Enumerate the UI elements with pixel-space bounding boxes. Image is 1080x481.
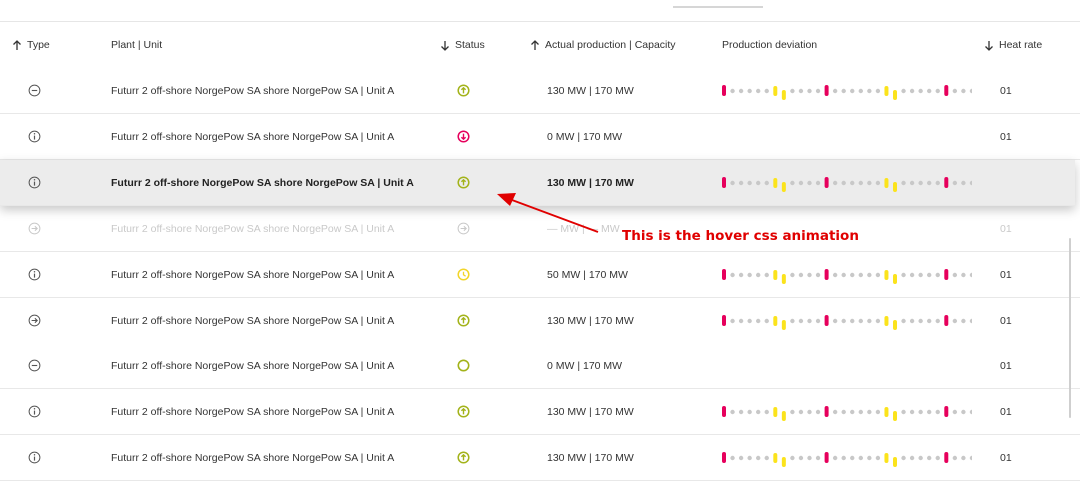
production-cell: — MW | — MW	[547, 222, 620, 235]
heat-rate-cell: 01	[1000, 84, 1012, 97]
heat-rate-cell: 01	[1000, 268, 1012, 281]
table-row[interactable]: Futurr 2 off-shore NorgePow SA shore Nor…	[0, 389, 1080, 435]
plant-unit-cell: Futurr 2 off-shore NorgePow SA shore Nor…	[111, 359, 395, 372]
column-header-deviation-label: Production deviation	[722, 39, 818, 51]
arrow-down-icon	[440, 40, 450, 51]
table-row-hovered[interactable]: Futurr 2 off-shore NorgePow SA shore Nor…	[0, 160, 1075, 206]
arrow-up-circle-icon	[457, 389, 470, 434]
column-header-status[interactable]: Status	[440, 22, 485, 68]
info-circle-icon	[28, 389, 41, 434]
table-row[interactable]: Futurr 2 off-shore NorgePow SA shore Nor…	[0, 252, 1080, 298]
production-cell: 50 MW | 170 MW	[547, 268, 628, 281]
deviation-chart	[722, 68, 972, 113]
info-circle-icon	[28, 252, 41, 297]
heat-rate-cell: 01	[1000, 359, 1012, 372]
arrow-right-circle-icon	[28, 206, 41, 251]
table-header: Type Plant | Unit Status Actual producti…	[0, 22, 1080, 69]
arrow-up-circle-icon	[457, 435, 470, 480]
plant-unit-cell: Futurr 2 off-shore NorgePow SA shore Nor…	[111, 268, 395, 281]
minus-circle-icon	[28, 343, 41, 388]
production-cell: 130 MW | 170 MW	[547, 84, 634, 97]
annotation-text: This is the hover css animation	[622, 228, 859, 244]
plant-unit-cell: Futurr 2 off-shore NorgePow SA shore Nor…	[111, 176, 414, 189]
arrow-up-circle-icon	[457, 298, 470, 343]
table-row[interactable]: Futurr 2 off-shore NorgePow SA shore Nor…	[0, 114, 1080, 160]
production-cell: 130 MW | 170 MW	[547, 176, 634, 189]
clock-circle-icon	[457, 252, 470, 297]
production-cell: 130 MW | 170 MW	[547, 314, 634, 327]
production-cell: 130 MW | 170 MW	[547, 451, 634, 464]
column-header-heat-rate-label: Heat rate	[999, 39, 1043, 51]
plant-unit-cell: Futurr 2 off-shore NorgePow SA shore Nor…	[111, 130, 395, 143]
production-cell: 130 MW | 170 MW	[547, 405, 634, 418]
deviation-chart	[722, 160, 972, 205]
heat-rate-cell: 01	[1000, 451, 1012, 464]
column-header-type-label: Type	[27, 39, 50, 51]
column-header-heat-rate[interactable]: Heat rate	[984, 22, 1042, 68]
arrow-up-icon	[530, 39, 540, 51]
production-cell: 0 MW | 170 MW	[547, 130, 623, 143]
empty-circle-icon	[457, 343, 470, 388]
column-header-status-label: Status	[455, 39, 485, 51]
plant-unit-cell: Futurr 2 off-shore NorgePow SA shore Nor…	[111, 451, 395, 464]
table-row[interactable]: Futurr 2 off-shore NorgePow SA shore Nor…	[0, 435, 1080, 481]
deviation-chart	[722, 389, 972, 434]
scrollbar[interactable]	[1069, 238, 1071, 418]
deviation-chart	[722, 435, 972, 480]
plant-unit-cell: Futurr 2 off-shore NorgePow SA shore Nor…	[111, 314, 395, 327]
arrow-down-icon	[984, 40, 994, 51]
arrow-down-circle-icon	[457, 114, 470, 159]
column-header-production-label: Actual production | Capacity	[545, 39, 676, 51]
heat-rate-cell: 01	[1000, 405, 1012, 418]
table-row[interactable]: Futurr 2 off-shore NorgePow SA shore Nor…	[0, 206, 1080, 252]
column-header-production[interactable]: Actual production | Capacity	[530, 22, 676, 68]
table-row[interactable]: Futurr 2 off-shore NorgePow SA shore Nor…	[0, 68, 1080, 114]
deviation-chart	[722, 252, 972, 297]
plant-unit-cell: Futurr 2 off-shore NorgePow SA shore Nor…	[111, 405, 395, 418]
tab-indicator	[673, 6, 763, 8]
heat-rate-cell: 01	[1000, 130, 1012, 143]
arrow-up-circle-icon	[457, 68, 470, 113]
info-circle-icon	[28, 160, 41, 205]
deviation-chart	[722, 298, 972, 343]
arrow-right-circle-icon	[457, 206, 470, 251]
info-circle-icon	[28, 114, 41, 159]
column-header-type[interactable]: Type	[12, 22, 50, 68]
arrow-right-circle-icon	[28, 298, 41, 343]
top-bar	[0, 0, 1080, 22]
table-row[interactable]: Futurr 2 off-shore NorgePow SA shore Nor…	[0, 343, 1080, 389]
info-circle-icon	[28, 435, 41, 480]
column-header-plant-unit-label: Plant | Unit	[111, 39, 163, 51]
arrow-up-circle-icon	[457, 160, 470, 205]
plant-unit-cell: Futurr 2 off-shore NorgePow SA shore Nor…	[111, 84, 395, 97]
production-cell: 0 MW | 170 MW	[547, 359, 623, 372]
minus-circle-icon	[28, 68, 41, 113]
column-header-deviation[interactable]: Production deviation	[722, 22, 817, 68]
table-row[interactable]: Futurr 2 off-shore NorgePow SA shore Nor…	[0, 298, 1080, 344]
heat-rate-cell: 01	[1000, 314, 1012, 327]
column-header-plant-unit[interactable]: Plant | Unit	[111, 22, 162, 68]
heat-rate-cell: 01	[1000, 222, 1012, 235]
arrow-up-icon	[12, 39, 22, 51]
plant-unit-cell: Futurr 2 off-shore NorgePow SA shore Nor…	[111, 222, 395, 235]
